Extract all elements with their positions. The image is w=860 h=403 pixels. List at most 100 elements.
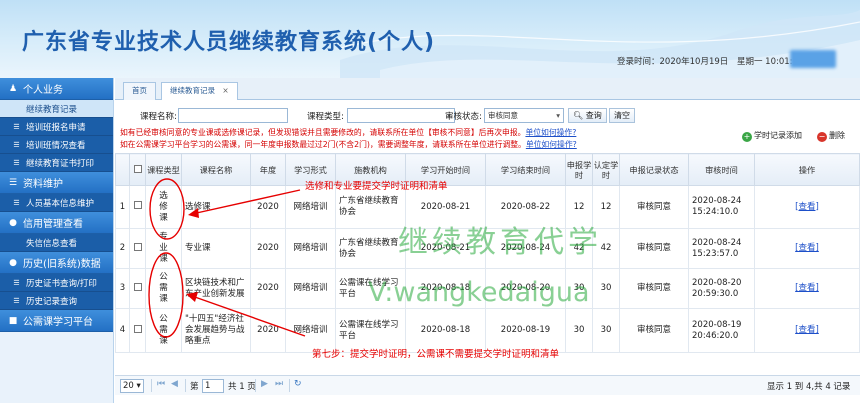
sidebar-group-label: 公需课学习平台 xyxy=(23,317,93,328)
audit-time-cell: 2020-08-24 15:24:10.0 xyxy=(688,185,755,229)
course-type-cell: 专业课 xyxy=(145,228,182,269)
list-icon: ☰ xyxy=(13,158,20,167)
row-select xyxy=(129,268,146,309)
sidebar-item-label: 人员基本信息维护 xyxy=(26,198,95,209)
row-select xyxy=(129,308,146,353)
add-hours-button[interactable]: + 学时记录添加 xyxy=(742,129,802,143)
course-type-select[interactable] xyxy=(347,108,455,123)
audit-status-select[interactable]: 审核同意 xyxy=(484,108,564,123)
actions-cell: [查看] xyxy=(754,185,860,229)
sidebar-item-education-records[interactable]: 继续教育记录 xyxy=(0,100,113,118)
pager-divider xyxy=(255,379,256,392)
view-link[interactable]: [查看] xyxy=(795,283,819,293)
audit-clock: 20:46:20.0 xyxy=(692,330,739,341)
notice-line-1: 如有已经审核同意的专业课或选修课记录，但发现错误并且需要修改的，请联系所在单位【… xyxy=(120,127,576,138)
course-name-input[interactable] xyxy=(178,108,288,123)
sidebar-group-personal[interactable]: ♟ 个人业务 xyxy=(0,78,113,100)
row-select xyxy=(129,228,146,269)
delete-button[interactable]: − 删除 xyxy=(817,129,845,143)
tab-label: 继续教育记录 xyxy=(170,86,215,95)
sidebar-item-label: 失信信息查看 xyxy=(26,238,78,249)
view-link[interactable]: [查看] xyxy=(795,325,819,335)
course-type-text: 专业课 xyxy=(159,232,168,264)
search-button[interactable]: 🔍︎ 查询 xyxy=(568,108,607,123)
audit-date: 2020-08-24 xyxy=(692,196,742,206)
sidebar-item-history-certificate[interactable]: ☰ 历史证书查询/打印 xyxy=(0,274,113,292)
list-icon: ☰ xyxy=(13,278,20,287)
audit-date: 2020-08-19 xyxy=(692,319,742,330)
row-checkbox[interactable] xyxy=(133,282,142,291)
plus-icon: + xyxy=(742,132,752,142)
study-form-cell: 网络培训 xyxy=(285,268,336,309)
tab-education-records[interactable]: 继续教育记录 × xyxy=(161,82,238,100)
login-info: 登录时间：2020年10月19日 星期一 10:01:12 xyxy=(617,55,809,67)
table-header-row: 课程类型 课程名称 年度 学习形式 施教机构 学习开始时间 学习结束时间 申报学… xyxy=(115,153,860,186)
study-form-cell: 网络培训 xyxy=(285,228,336,269)
annotation-bottom-note: 第七步：提交学时证明，公需课不需要提交学时证明和清单 xyxy=(312,349,560,360)
tab-home[interactable]: 首页 xyxy=(123,82,156,100)
sidebar-item-label: 历史记录查询 xyxy=(26,296,78,307)
col-course-type: 课程类型 xyxy=(145,153,182,186)
sidebar-item-training-apply[interactable]: ☰ 培训班报名申请 xyxy=(0,118,113,136)
page-header: 广东省专业技术人员继续教育系统(个人) 登录时间：2020年10月19日 星期一… xyxy=(0,0,860,78)
course-name-cell: "十四五"经济社会发展趋势与战略重点 xyxy=(181,308,251,353)
row-number: 4 xyxy=(115,308,130,353)
view-link[interactable]: [查看] xyxy=(795,243,819,253)
sidebar-group-credit[interactable]: ● 信用管理查看 xyxy=(0,212,113,234)
prev-page-icon[interactable]: ◀ xyxy=(171,379,178,389)
annotation-top-note: 选修和专业要提交学时证明和清单 xyxy=(305,181,448,192)
sidebar-item-label: 培训班情况查看 xyxy=(26,140,86,151)
pager-divider xyxy=(185,379,186,392)
watermark-line-2: V:wangkedaigua xyxy=(368,277,590,308)
col-rownum xyxy=(115,153,130,186)
view-link[interactable]: [查看] xyxy=(795,202,819,212)
course-name-cell: 选修课 xyxy=(181,185,251,229)
next-page-icon[interactable]: ▶ xyxy=(261,379,268,389)
sidebar-item-label: 历史证书查询/打印 xyxy=(26,278,97,289)
how-to-link[interactable]: 单位如何操作? xyxy=(525,128,576,137)
pager-divider xyxy=(151,379,152,392)
page-size-value: 20 xyxy=(123,381,134,391)
col-record-status: 申报记录状态 xyxy=(619,153,689,186)
clear-button[interactable]: 清空 xyxy=(609,108,635,123)
records-summary: 显示 1 到 4,共 4 记录 xyxy=(767,382,851,392)
page-prefix: 第 xyxy=(190,382,199,392)
col-select xyxy=(129,153,146,186)
last-page-icon[interactable]: ⏭ xyxy=(275,379,283,389)
audit-time-cell: 2020-08-20 20:59:30.0 xyxy=(688,268,755,309)
actions-cell: [查看] xyxy=(754,228,860,269)
sidebar-group-data-maintenance[interactable]: ☰ 资料维护 xyxy=(0,172,113,194)
sidebar-item-certificate-print[interactable]: ☰ 继续教育证书打印 xyxy=(0,154,113,172)
col-end-time: 学习结束时间 xyxy=(485,153,566,186)
row-number: 1 xyxy=(115,185,130,229)
course-name-label: 课程名称: xyxy=(140,112,177,122)
tab-label: 首页 xyxy=(132,86,147,95)
sidebar-item-dishonesty[interactable]: 失信信息查看 xyxy=(0,234,113,252)
row-checkbox[interactable] xyxy=(133,324,142,333)
watermark-line-1: 继续教育代学 xyxy=(398,225,602,260)
first-page-icon[interactable]: ⏮ xyxy=(157,379,165,389)
actions-cell: [查看] xyxy=(754,268,860,309)
sidebar-item-training-status[interactable]: ☰ 培训班情况查看 xyxy=(0,136,113,154)
sidebar-group-public-course[interactable]: ■ 公需课学习平台 xyxy=(0,310,113,332)
course-type-label: 课程类型: xyxy=(307,112,344,122)
select-all-checkbox[interactable] xyxy=(133,164,142,173)
sidebar-group-history[interactable]: ● 历史(旧系统)数据 xyxy=(0,252,113,274)
close-icon[interactable]: × xyxy=(222,86,228,95)
audit-status-label: 审核状态: xyxy=(445,112,482,122)
blurred-username[interactable] xyxy=(790,50,836,68)
sidebar-item-basic-info[interactable]: ☰ 人员基本信息维护 xyxy=(0,194,113,212)
sidebar-item-label: 培训班报名申请 xyxy=(26,122,86,133)
row-select xyxy=(129,185,146,229)
page-number-input[interactable]: 1 xyxy=(202,379,224,393)
sidebar-group-label: 资料维护 xyxy=(23,179,63,190)
row-checkbox[interactable] xyxy=(133,242,142,251)
how-to-link[interactable]: 单位如何操作? xyxy=(526,140,577,149)
status-cell: 审核同意 xyxy=(619,308,689,353)
row-checkbox[interactable] xyxy=(133,201,142,209)
sidebar-item-label: 继续教育记录 xyxy=(26,104,78,115)
sidebar-group-label: 历史(旧系统)数据 xyxy=(23,259,101,270)
refresh-icon[interactable]: ↻ xyxy=(294,379,302,389)
sidebar-item-history-records[interactable]: ☰ 历史记录查询 xyxy=(0,292,113,310)
page-size-select[interactable]: 20 ▾ xyxy=(120,379,144,393)
